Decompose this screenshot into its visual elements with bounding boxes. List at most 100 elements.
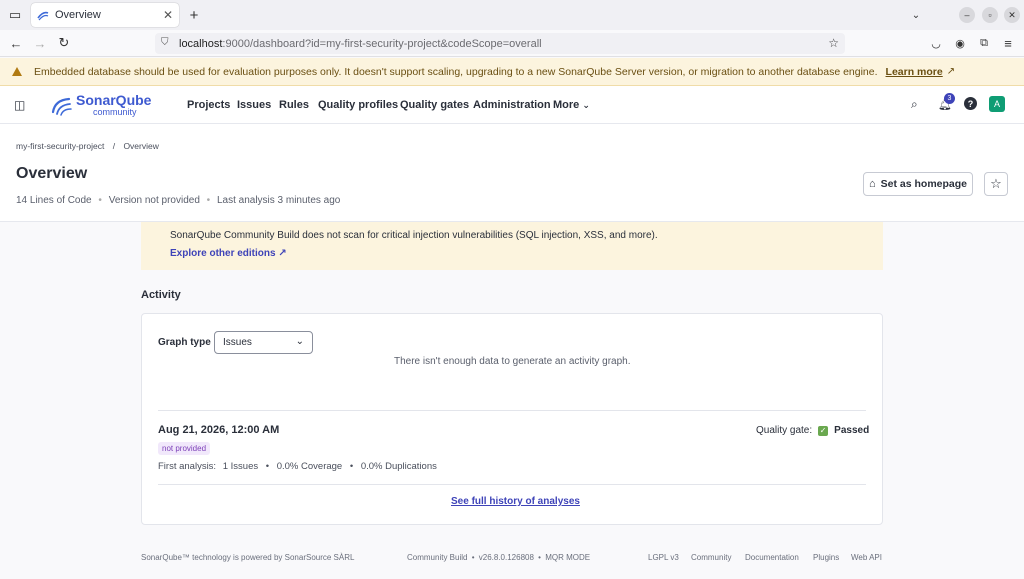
summary-separator: •: [265, 461, 270, 472]
quality-gate-status: Quality gate: ✓ Passed: [756, 425, 869, 436]
footer-link-web-api[interactable]: Web API: [851, 553, 882, 562]
logo-text: SonarQube: [76, 92, 152, 108]
browser-nav-bar: ← → ↻ ⛉ localhost:9000/dashboard?id=my-f…: [0, 30, 1024, 57]
see-full-history-link[interactable]: See full history of analyses: [451, 496, 580, 507]
page-title: Overview: [16, 165, 88, 182]
project-meta: 14 Lines of Code • Version not provided …: [16, 195, 340, 206]
nav-projects[interactable]: Projects: [187, 99, 230, 111]
app-header: ◫ SonarQube community Projects Issues Ru…: [0, 86, 1024, 124]
version-badge: not provided: [158, 442, 211, 455]
nav-more-label: More: [553, 99, 580, 111]
external-link-icon: ↗: [946, 66, 956, 77]
minimize-icon[interactable]: –: [959, 7, 975, 23]
forward-icon[interactable]: →: [32, 35, 48, 51]
shield-icon[interactable]: ⛉: [161, 37, 169, 48]
nav-issues[interactable]: Issues: [237, 99, 271, 111]
first-analysis-label: First analysis:: [158, 461, 217, 472]
issues-count: 1 Issues: [222, 461, 259, 472]
chevron-down-icon: ⌄: [295, 336, 304, 347]
extensions-icon[interactable]: ⧉: [976, 35, 992, 51]
sonarqube-logo[interactable]: SonarQube community: [50, 92, 160, 118]
coverage-value: 0.0% Coverage: [276, 461, 343, 472]
breadcrumb-project[interactable]: my-first-security-project: [16, 141, 104, 151]
footer-edition: Community Build • v26.8.0.126808 • MQR M…: [407, 553, 590, 562]
version-info: Version not provided: [108, 195, 200, 206]
quality-gate-value: Passed: [834, 425, 870, 436]
set-as-homepage-button[interactable]: ⌂ Set as homepage: [863, 172, 973, 196]
logo-subtext: community: [93, 107, 137, 117]
footer-link-community[interactable]: Community: [691, 553, 731, 562]
sonarqube-favicon-icon: [37, 9, 49, 21]
footer-link-documentation[interactable]: Documentation: [745, 553, 799, 562]
nav-quality-gates[interactable]: Quality gates: [400, 99, 469, 111]
close-window-icon[interactable]: ✕: [1004, 7, 1020, 23]
footer-link-plugins[interactable]: Plugins: [813, 553, 839, 562]
footer-build: Community Build: [407, 553, 468, 562]
graph-type-label: Graph type: [158, 337, 211, 348]
account-icon[interactable]: ◉: [952, 35, 968, 51]
bookmark-star-icon[interactable]: ☆: [828, 36, 839, 50]
analysis-date: Aug 21, 2026, 12:00 AM: [158, 424, 280, 436]
footer-version: v26.8.0.126808: [478, 553, 534, 562]
external-link-icon: ↗: [278, 248, 287, 259]
nav-administration[interactable]: Administration: [473, 99, 551, 111]
edition-info-text: SonarQube Community Build does not scan …: [170, 230, 658, 241]
search-icon[interactable]: ⌕: [911, 97, 918, 112]
notification-count-badge: 3: [944, 93, 955, 104]
home-icon: ⌂: [868, 178, 876, 190]
tab-title: Overview: [55, 9, 101, 21]
new-tab-icon[interactable]: +: [186, 7, 202, 24]
back-icon[interactable]: ←: [8, 35, 24, 51]
check-icon: ✓: [818, 425, 829, 436]
breadcrumb: my-first-security-project / Overview: [16, 141, 159, 151]
activity-heading: Activity: [141, 289, 181, 301]
lines-of-code: 14 Lines of Code: [16, 195, 92, 206]
footer-separator: •: [538, 553, 541, 562]
help-icon[interactable]: ?: [964, 97, 977, 110]
breadcrumb-current: Overview: [123, 141, 159, 151]
nav-rules[interactable]: Rules: [279, 99, 309, 111]
duplications-value: 0.0% Duplications: [360, 461, 437, 472]
quality-gate-label: Quality gate:: [756, 425, 813, 436]
explore-editions-label: Explore other editions: [170, 248, 276, 259]
warning-text: Embedded database should be used for eva…: [34, 65, 878, 78]
summary-separator: •: [349, 461, 354, 472]
tab-list-icon[interactable]: ▭: [7, 7, 23, 23]
meta-separator: •: [98, 195, 102, 206]
menu-icon[interactable]: ≡: [1000, 35, 1016, 51]
tab-close-icon[interactable]: ✕: [163, 8, 173, 22]
project-header: my-first-security-project / Overview Ove…: [0, 124, 1024, 222]
graph-type-select[interactable]: Issues ⌄: [214, 331, 313, 354]
footer-powered-by[interactable]: SonarQube™ technology is powered by Sona…: [141, 553, 354, 562]
restore-icon[interactable]: ▫: [982, 7, 998, 23]
overview-content: SonarQube Community Build does not scan …: [0, 222, 1024, 579]
address-bar[interactable]: ⛉ localhost:9000/dashboard?id=my-first-s…: [155, 33, 845, 54]
sidebar-toggle-icon[interactable]: ◫: [14, 98, 25, 112]
pocket-icon[interactable]: ◡: [928, 35, 944, 51]
last-analysis: Last analysis 3 minutes ago: [216, 195, 341, 206]
url-host: localhost: [179, 37, 223, 50]
chevron-down-icon: ⌄: [582, 100, 590, 110]
footer-separator: •: [471, 553, 475, 562]
favorite-star-button[interactable]: ☆: [984, 172, 1008, 196]
footer-link-license[interactable]: LGPL v3: [648, 553, 679, 562]
chevron-down-icon[interactable]: ⌄: [908, 7, 924, 23]
footer-mqr-mode: MQR MODE: [545, 553, 591, 562]
nav-quality-profiles[interactable]: Quality profiles: [318, 99, 398, 111]
sonarqube-logo-icon: [51, 97, 72, 116]
learn-more-link[interactable]: Learn more: [886, 66, 943, 78]
reload-icon[interactable]: ↻: [56, 35, 72, 51]
divider: [158, 484, 866, 485]
activity-card: Graph type Issues ⌄ There isn't enough d…: [141, 313, 883, 525]
breadcrumb-separator: /: [112, 141, 116, 151]
warning-icon: [12, 67, 22, 76]
browser-tab-bar: ▭ Overview ✕ + ⌄ – ▫ ✕: [0, 0, 1024, 30]
empty-graph-message: There isn't enough data to generate an a…: [394, 356, 631, 367]
url-path: :9000/dashboard?id=my-first-security-pro…: [222, 37, 542, 50]
user-avatar[interactable]: A: [989, 96, 1005, 112]
nav-more[interactable]: More ⌄: [553, 99, 590, 111]
edition-info-box: SonarQube Community Build does not scan …: [141, 222, 883, 270]
browser-tab[interactable]: Overview ✕: [31, 3, 179, 27]
meta-separator: •: [206, 195, 211, 206]
explore-editions-link[interactable]: Explore other editions ↗: [170, 248, 287, 259]
